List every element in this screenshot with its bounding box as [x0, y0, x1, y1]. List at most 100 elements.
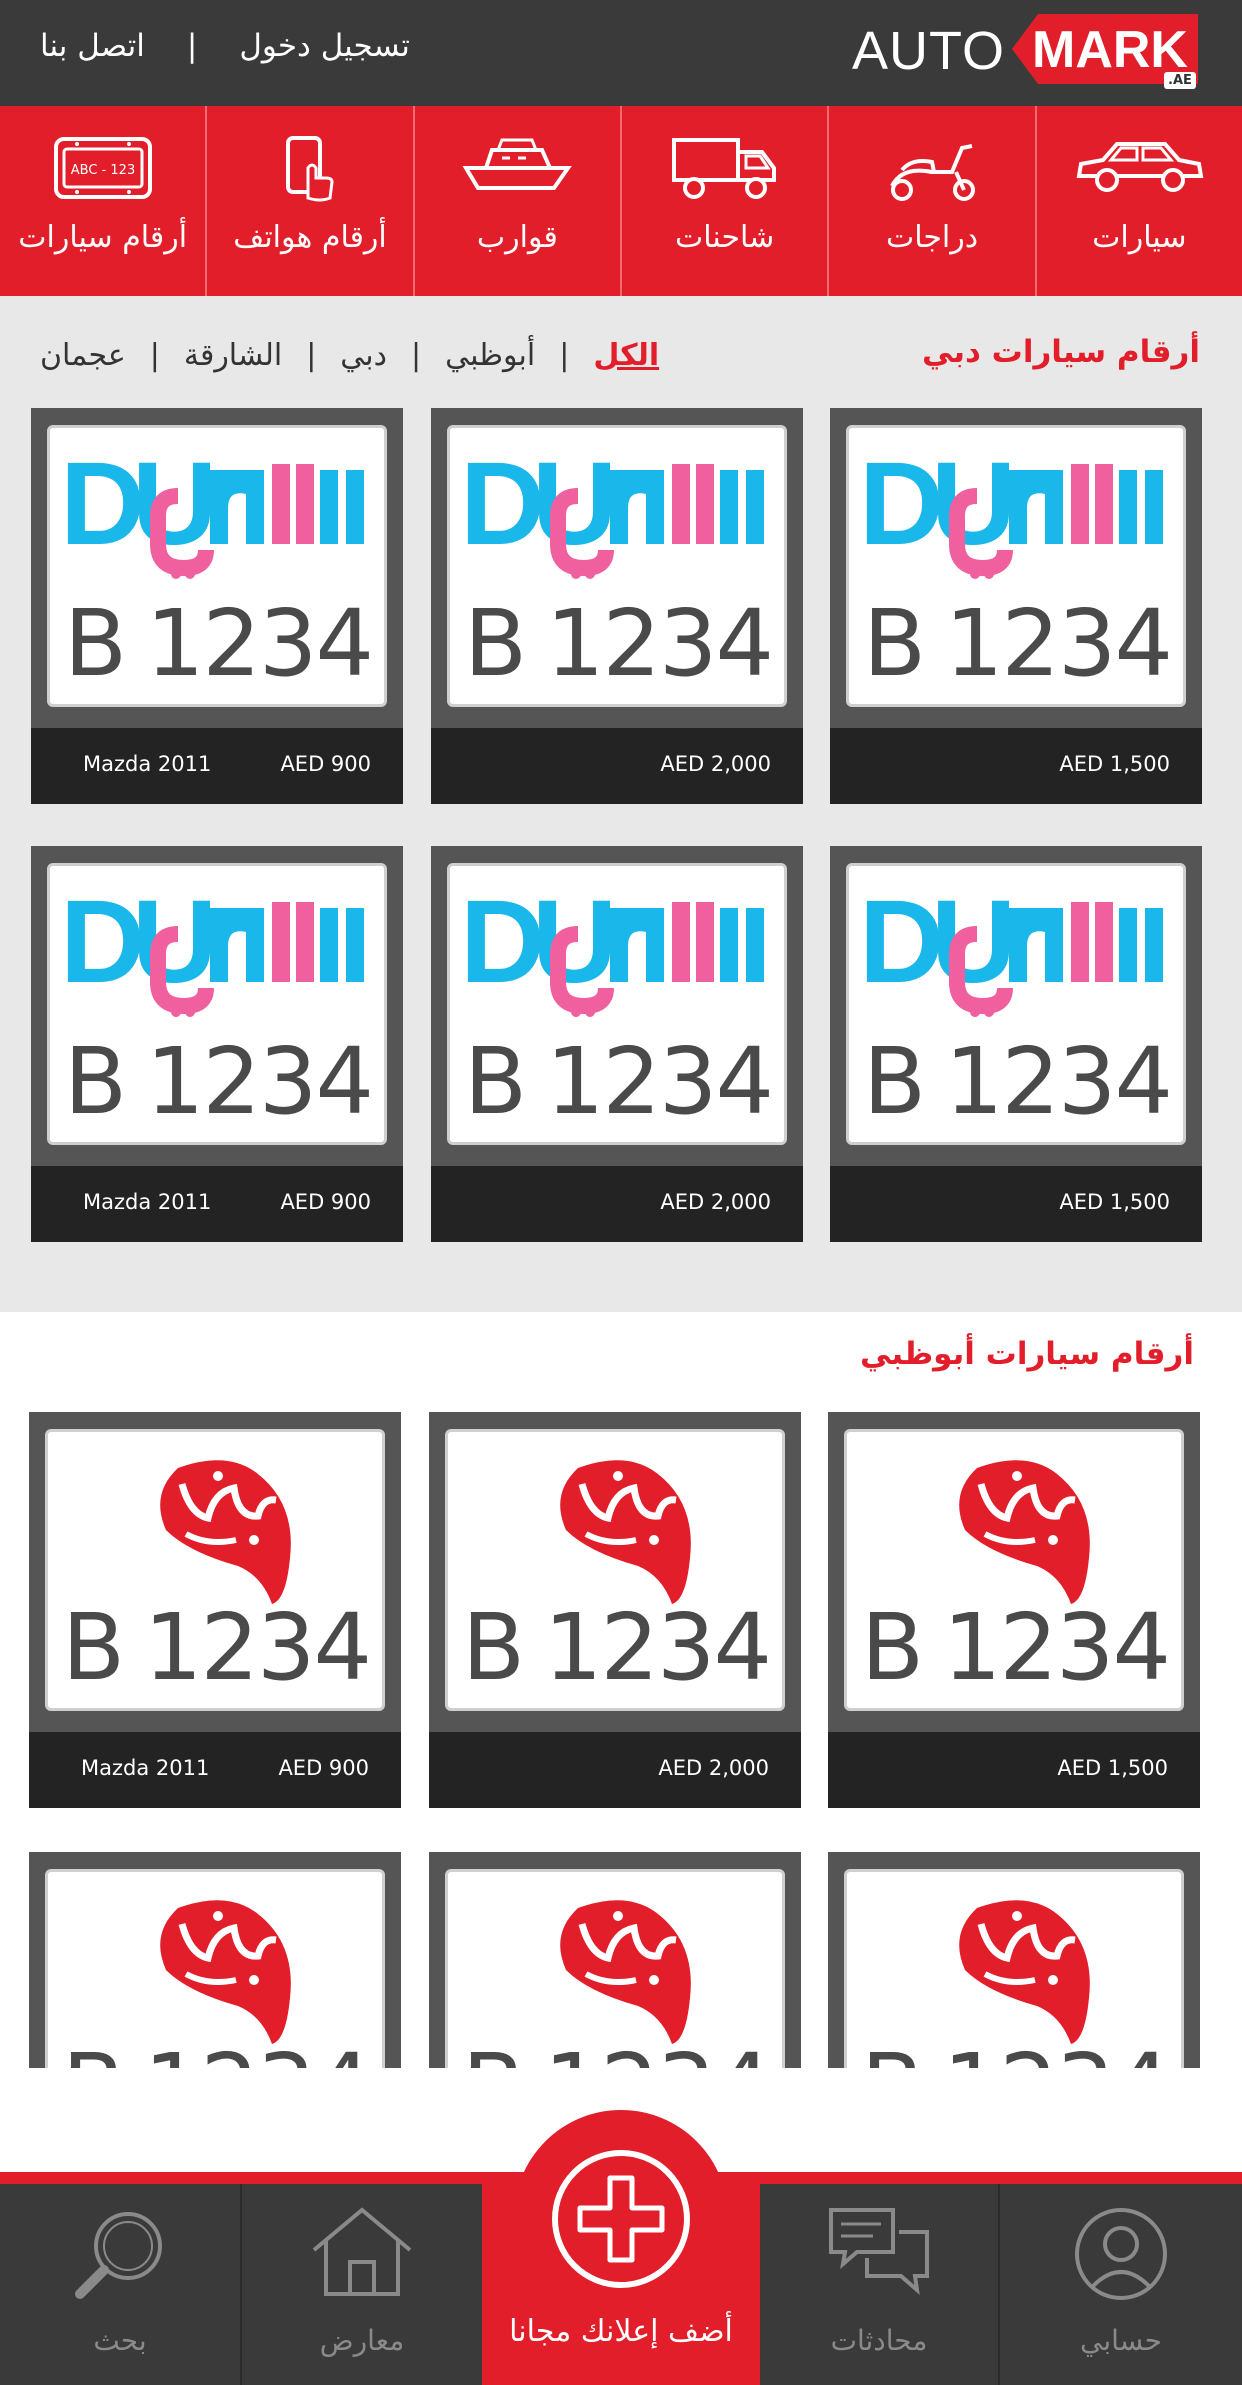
plate-number: 1234	[944, 1028, 1173, 1135]
add-ad-label[interactable]: أضف إعلانك مجانا	[482, 2314, 760, 2349]
emirate-filter-bar: الكل | أبوظبي | دبي | الشارقة | عجمان	[40, 338, 659, 373]
listing-model: Mazda 2011	[83, 1190, 212, 1214]
nav-divider	[998, 2184, 1000, 2385]
plate-letter: B	[863, 590, 927, 697]
plate-number: 1234	[545, 1028, 774, 1135]
plate-listing-card[interactable]: D U B 1234 AED 2,000	[431, 846, 803, 1242]
svg-text:D: D	[460, 888, 541, 1008]
plate-listing-card[interactable]: D U B 1234 AED 1,500	[830, 846, 1202, 1242]
svg-text:D: D	[60, 450, 141, 570]
abudhabi-emblem	[160, 1900, 291, 2044]
abudhabi-plates-section: أرقام سيارات أبوظبي B 1234 AED 1,500 B 1234 A…	[0, 1312, 1242, 2068]
plate-letter: B	[464, 1028, 528, 1135]
search-icon	[75, 2212, 162, 2299]
license-plate: B 1234	[844, 1869, 1184, 2068]
plate-emblem	[857, 1894, 1177, 2048]
add-ad-ring[interactable]	[552, 2150, 690, 2288]
nav-chats[interactable]: محادثات	[760, 2184, 998, 2385]
car-icon	[1076, 142, 1204, 192]
plate-listing-card[interactable]: D U B 1234 AED 1,500	[830, 408, 1202, 804]
plate-number: 1234	[944, 590, 1173, 697]
filter-sharjah[interactable]: الشارقة	[184, 338, 282, 373]
header-separator: |	[186, 28, 198, 64]
plate-listing-card[interactable]: D U B 1234 AED 2,000	[431, 408, 803, 804]
dubai-emblem: DU	[60, 438, 364, 579]
plate-number: 1234	[143, 1594, 372, 1701]
nav-search[interactable]: بحث	[0, 2184, 240, 2385]
plate-emblem	[458, 1894, 778, 2048]
category-phone-numbers[interactable]: أرقام هواتف	[205, 106, 412, 296]
boat-icon	[462, 138, 573, 190]
dubai-emblem: DU	[60, 876, 364, 1017]
plate-letter: B	[64, 1028, 128, 1135]
nav-showrooms[interactable]: معارض	[242, 2184, 482, 2385]
license-plate: B 1234	[445, 1869, 785, 2068]
nav-my-account[interactable]: حسابي	[1000, 2184, 1242, 2385]
plate-number: 1234	[544, 2034, 772, 2068]
dubai-emblem: DU	[460, 876, 764, 1017]
filter-separator: |	[559, 338, 570, 373]
plate-letter: B	[863, 1028, 927, 1135]
plate-listing-card[interactable]: D U B 1234 AED 900 Mazda 2011	[31, 846, 403, 1242]
category-label: أرقام هواتف	[233, 220, 387, 255]
plate-listing-card[interactable]: B 1234 AED 2,000	[429, 1412, 801, 1808]
category-boats[interactable]: قوارب	[412, 106, 620, 296]
plate-emblem: DU	[460, 438, 780, 584]
category-cars[interactable]: سيارات	[1034, 106, 1242, 296]
category-label: قوارب	[476, 220, 558, 255]
plate-icon-text: ABC - 123	[70, 163, 134, 178]
plate-number: 1234	[543, 1594, 772, 1701]
plate-number: 1234	[545, 590, 774, 697]
listing-price: AED 1,500	[1057, 1756, 1168, 1780]
svg-text:D: D	[60, 888, 141, 1008]
license-plate: B1234	[45, 1429, 385, 1711]
filter-ajman[interactable]: عجمان	[40, 338, 126, 373]
license-plate: B1234	[844, 1429, 1184, 1711]
plate-emblem	[58, 1894, 378, 2048]
category-trucks[interactable]: شاحنات	[620, 106, 827, 296]
plate-listing-card[interactable]: B 1234 AED 900 Mazda 2011	[29, 1412, 401, 1808]
phone-touch-icon	[286, 136, 334, 202]
license-plate: D U B 1234	[447, 425, 787, 707]
nav-label: بحث	[93, 2324, 147, 2357]
filter-dubai[interactable]: دبي	[340, 338, 387, 373]
contact-link[interactable]: اتصل بنا	[40, 28, 145, 64]
plate-listing-card[interactable]: B 1234	[29, 1852, 401, 2068]
login-link[interactable]: تسجيل دخول	[239, 28, 410, 64]
listing-price: AED 900	[278, 1756, 369, 1780]
plate-letter: B	[861, 2034, 924, 2068]
nav-label: محادثات	[830, 2324, 928, 2357]
plate-listing-card[interactable]: B 1234 AED 1,500	[828, 1412, 1200, 1808]
dubai-emblem: DU	[460, 438, 764, 579]
listing-model: Mazda 2011	[83, 752, 212, 776]
automark-logo[interactable]: AUTO MARK .AE	[852, 14, 1198, 94]
plate-listing-card[interactable]: D U B 1234 AED 900 Mazda 2011	[31, 408, 403, 804]
plate-listing-card[interactable]: B 1234	[828, 1852, 1200, 2068]
plate-letter: B	[462, 2034, 525, 2068]
plate-emblem	[458, 1454, 778, 1608]
abudhabi-emblem	[160, 1460, 291, 1604]
abudhabi-emblem	[959, 1900, 1090, 2044]
plate-number: 1234	[144, 2034, 372, 2068]
home-icon	[312, 2207, 412, 2296]
filter-abudhabi[interactable]: أبوظبي	[445, 338, 535, 373]
listing-info-bar: AED 2,000	[431, 728, 803, 804]
filter-separator: |	[306, 338, 317, 373]
license-plate: D U B 1234	[447, 863, 787, 1145]
filter-all[interactable]: الكل	[593, 338, 659, 373]
logo-mark-text: MARK	[1032, 21, 1188, 79]
listing-info-bar: AED 900 Mazda 2011	[31, 728, 403, 804]
plate-emblem	[58, 1454, 378, 1608]
dubai-plates-section: أرقام سيارات دبي الكل | أبوظبي | دبي | ا…	[0, 296, 1242, 1312]
category-car-plates[interactable]: ABC - 123 أرقام سيارات	[0, 106, 205, 296]
plate-number: 1234	[145, 1028, 374, 1135]
listing-info-bar: AED 2,000	[431, 1166, 803, 1242]
listing-info-bar: AED 900 Mazda 2011	[31, 1166, 403, 1242]
chat-bubbles-icon	[829, 2208, 929, 2296]
plate-listing-card[interactable]: B 1234	[429, 1852, 801, 2068]
filter-separator: |	[149, 338, 160, 373]
plate-number: 1234	[943, 2034, 1171, 2068]
category-bikes[interactable]: دراجات	[827, 106, 1034, 296]
license-plate: D U B 1234	[846, 863, 1186, 1145]
dubai-emblem: DU	[859, 876, 1163, 1017]
